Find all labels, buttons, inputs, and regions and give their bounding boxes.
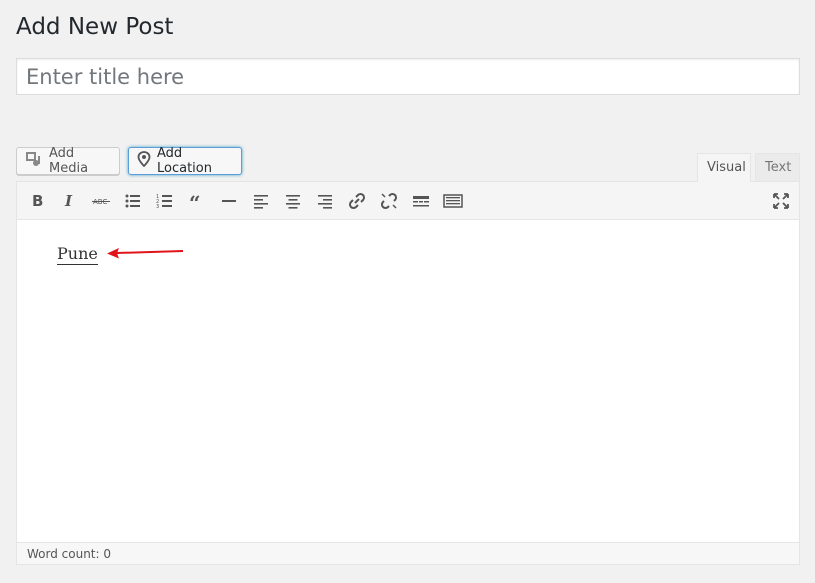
word-count: Word count: 0 — [17, 542, 799, 564]
unlink-icon — [380, 192, 398, 210]
tab-text[interactable]: Text — [755, 153, 800, 182]
italic-button[interactable]: I — [56, 188, 82, 214]
blockquote-icon: “ — [189, 191, 201, 211]
bulleted-list-button[interactable] — [120, 188, 146, 214]
location-pin-icon — [137, 151, 151, 171]
fullscreen-button[interactable] — [768, 188, 794, 214]
add-media-label: Add Media — [49, 146, 89, 176]
horizontal-line-icon — [222, 200, 236, 202]
svg-text:B: B — [32, 192, 43, 210]
add-location-label: Add Location — [157, 146, 212, 176]
strikethrough-button[interactable]: ABC — [88, 188, 114, 214]
post-title-input[interactable] — [16, 58, 800, 95]
numbered-list-button[interactable]: 1 2 3 — [152, 188, 178, 214]
svg-text:3: 3 — [156, 204, 159, 210]
align-left-icon — [254, 195, 268, 209]
numbered-list-icon: 1 2 3 — [156, 194, 172, 210]
bold-button[interactable]: B — [24, 188, 50, 214]
align-center-button[interactable] — [280, 188, 306, 214]
svg-text:“: “ — [189, 191, 201, 211]
italic-icon: I — [64, 192, 73, 210]
annotation-arrow-icon — [107, 248, 184, 259]
align-right-button[interactable] — [312, 188, 338, 214]
add-media-button[interactable]: Add Media — [16, 146, 120, 176]
editor-content-text[interactable]: Pune — [57, 244, 98, 265]
add-location-button[interactable]: Add Location — [128, 146, 242, 176]
align-left-button[interactable] — [248, 188, 274, 214]
remove-link-button[interactable] — [376, 188, 402, 214]
strikethrough-icon: ABC — [92, 198, 110, 206]
read-more-icon — [413, 196, 429, 207]
bulleted-list-icon — [125, 194, 140, 208]
read-more-button[interactable] — [408, 188, 434, 214]
fullscreen-icon — [773, 193, 789, 209]
insert-link-button[interactable] — [344, 188, 370, 214]
keyboard-icon — [443, 194, 463, 208]
align-right-icon — [318, 195, 332, 209]
add-media-icon — [25, 150, 43, 172]
page-title: Add New Post — [16, 14, 174, 40]
tab-visual[interactable]: Visual — [697, 153, 751, 182]
blockquote-button[interactable]: “ — [184, 188, 210, 214]
editor-toolbar: B I ABC 1 2 3 “ — [17, 182, 799, 220]
link-icon — [348, 192, 366, 210]
editor-content-area[interactable]: Pune — [17, 220, 799, 543]
horizontal-line-button[interactable] — [216, 188, 242, 214]
bold-icon: B — [32, 192, 43, 210]
align-center-icon — [286, 195, 300, 209]
editor: B I ABC 1 2 3 “ — [16, 181, 800, 565]
toolbar-toggle-button[interactable] — [440, 188, 466, 214]
svg-text:I: I — [64, 192, 73, 210]
